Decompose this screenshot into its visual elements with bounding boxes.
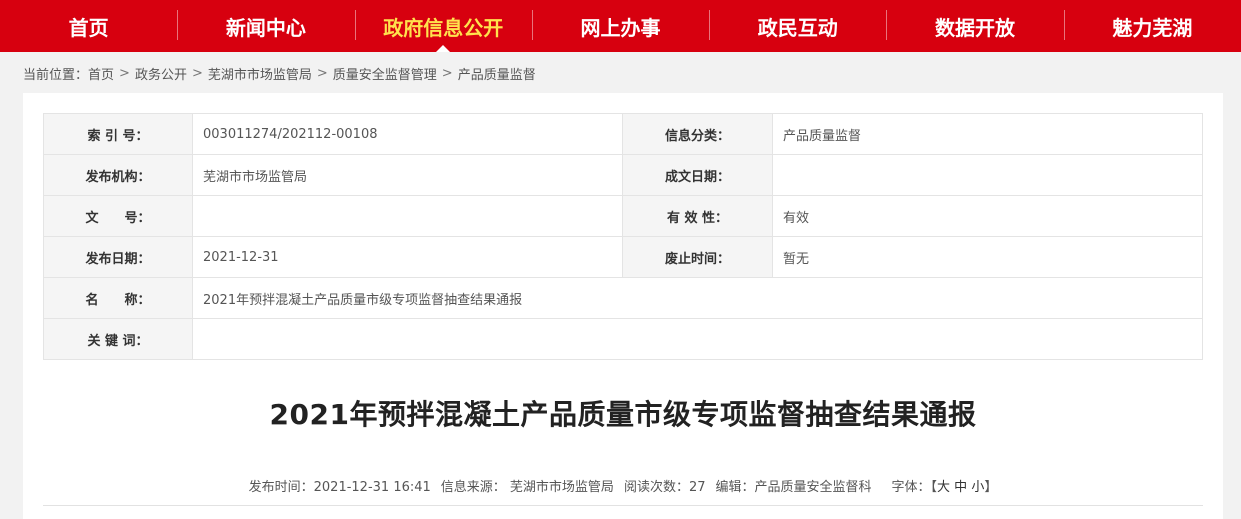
info-row: 文 号： 有 效 性： 有效 — [43, 195, 1203, 237]
breadcrumb-quality-safety[interactable]: 质量安全监督管理 — [333, 64, 437, 83]
breadcrumb-separator: > — [191, 65, 203, 81]
article-meta: 发布时间：2021-12-31 16:41 信息来源： 芜湖市市场监管局 阅读次数：… — [23, 476, 1223, 495]
breadcrumb-market-bureau[interactable]: 芜湖市市场监管局 — [208, 64, 312, 83]
breadcrumb-gov-affairs[interactable]: 政务公开 — [135, 64, 187, 83]
info-row: 名 称： 2021年预拌混凝土产品质量市级专项监督抽查结果通报 — [43, 277, 1203, 319]
pub-date-label: 发布日期： — [43, 236, 193, 278]
font-size-large-button[interactable]: 大 — [937, 480, 950, 495]
info-row: 索 引 号： 003011274/202112-00108 信息分类： 产品质量… — [43, 113, 1203, 155]
font-size-suffix: 】 — [984, 480, 998, 495]
category-label: 信息分类： — [622, 113, 773, 155]
info-row: 发布日期： 2021-12-31 废止时间： 暂无 — [43, 236, 1203, 278]
info-source: 信息来源： 芜湖市市场监管局 — [440, 480, 614, 495]
nav-item-online-services[interactable]: 网上办事 — [531, 0, 709, 52]
breadcrumb-home[interactable]: 首页 — [88, 64, 114, 83]
editor: 编辑：产品质量安全监督科 — [715, 480, 872, 495]
info-row: 关 键 词： — [43, 318, 1203, 360]
font-size-prefix: 字体：【 — [891, 480, 938, 495]
name-label: 名 称： — [43, 277, 193, 319]
keywords-label: 关 键 词： — [43, 318, 193, 360]
name-value: 2021年预拌混凝土产品质量市级专项监督抽查结果通报 — [192, 277, 1203, 319]
index-no-label: 索 引 号： — [43, 113, 193, 155]
article-title: 2021年预拌混凝土产品质量市级专项监督抽查结果通报 — [269, 398, 977, 431]
nav-item-news[interactable]: 新闻中心 — [177, 0, 354, 52]
content-panel: 索 引 号： 003011274/202112-00108 信息分类： 产品质量… — [23, 93, 1223, 519]
divider — [43, 505, 1203, 506]
breadcrumb-product-quality[interactable]: 产品质量监督 — [458, 64, 536, 83]
doc-no-value — [192, 195, 623, 237]
created-date-value — [772, 154, 1203, 196]
info-row: 发布机构： 芜湖市市场监管局 成文日期： — [43, 154, 1203, 196]
category-value: 产品质量监督 — [772, 113, 1203, 155]
breadcrumb-prefix: 当前位置： — [23, 67, 89, 83]
validity-label: 有 效 性： — [622, 195, 773, 237]
breadcrumb-separator: > — [316, 65, 328, 81]
publish-time: 发布时间：2021-12-31 16:41 — [248, 480, 431, 495]
breadcrumb-separator: > — [119, 65, 130, 81]
validity-value: 有效 — [772, 195, 1203, 237]
abolish-time-label: 废止时间： — [622, 236, 773, 278]
nav-item-charm-wuhu[interactable]: 魅力芜湖 — [1063, 0, 1241, 52]
info-metadata-table: 索 引 号： 003011274/202112-00108 信息分类： 产品质量… — [43, 113, 1203, 360]
publisher-value: 芜湖市市场监管局 — [192, 154, 623, 196]
pub-date-value: 2021-12-31 — [192, 236, 623, 278]
nav-item-interaction[interactable]: 政民互动 — [709, 0, 886, 52]
nav-item-gov-info[interactable]: 政府信息公开 — [354, 0, 532, 52]
breadcrumb: 当前位置： 首页 > 政务公开 > 芜湖市市场监管局 > 质量安全监督管理 > … — [23, 62, 536, 84]
top-navigation: 首页 新闻中心 政府信息公开 网上办事 政民互动 数据开放 魅力芜湖 — [0, 0, 1241, 52]
font-size-medium-button[interactable]: 中 — [954, 480, 967, 495]
nav-item-home[interactable]: 首页 — [0, 0, 177, 52]
abolish-time-value: 暂无 — [772, 236, 1203, 278]
doc-no-label: 文 号： — [43, 195, 193, 237]
breadcrumb-separator: > — [441, 65, 453, 81]
nav-item-open-data[interactable]: 数据开放 — [886, 0, 1063, 52]
created-date-label: 成文日期： — [622, 154, 773, 196]
keywords-value — [192, 318, 1203, 360]
font-size-small-button[interactable]: 小 — [971, 480, 984, 495]
view-count: 阅读次数：27 — [623, 480, 706, 495]
index-no-value: 003011274/202112-00108 — [192, 113, 623, 155]
publisher-label: 发布机构： — [43, 154, 193, 196]
